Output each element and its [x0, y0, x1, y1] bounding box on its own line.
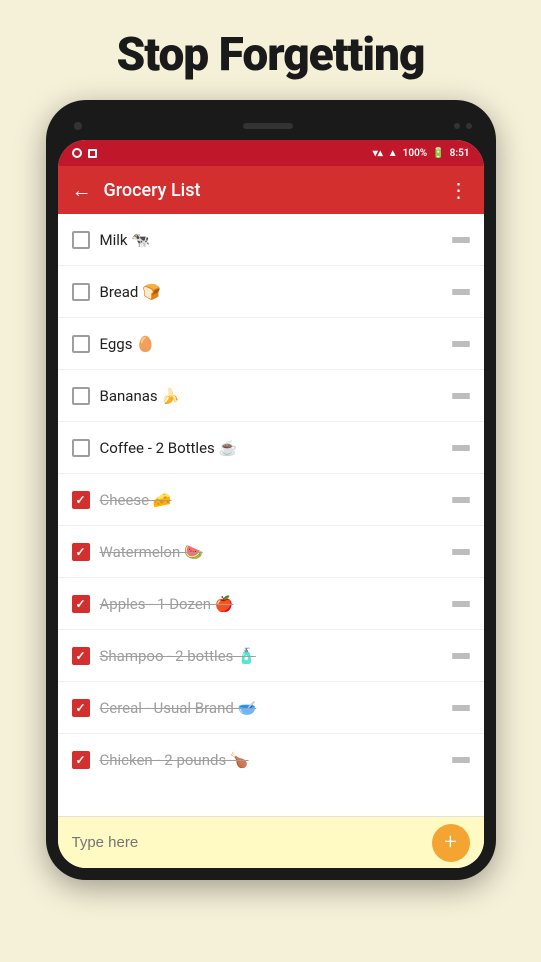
checkbox[interactable]: [72, 595, 90, 613]
phone-notch-area: [58, 112, 484, 140]
checkbox[interactable]: [72, 543, 90, 561]
app-bar: ← Grocery List ⋮: [58, 166, 484, 214]
item-label: Chicken - 2 pounds 🍗: [100, 751, 442, 769]
drag-handle[interactable]: [452, 497, 470, 503]
list-item: Coffee - 2 Bottles ☕: [58, 422, 484, 474]
drag-handle[interactable]: [452, 445, 470, 451]
checkbox[interactable]: [72, 647, 90, 665]
item-label: Shampoo - 2 bottles 🧴: [100, 647, 442, 665]
checkbox[interactable]: [72, 387, 90, 405]
item-label: Bananas 🍌: [100, 387, 442, 405]
drag-handle[interactable]: [452, 237, 470, 243]
drag-handle[interactable]: [452, 653, 470, 659]
checkbox[interactable]: [72, 491, 90, 509]
checkbox[interactable]: [72, 335, 90, 353]
wifi-icon: ▾▴: [373, 148, 383, 159]
time-text: 8:51: [450, 148, 470, 159]
list-item: Apples - 1 Dozen 🍎: [58, 578, 484, 630]
phone-frame: ▾▴ ▲ 100% 🔋 8:51 ← Grocery List ⋮ Milk 🐄…: [46, 100, 496, 880]
list-item: Cheese 🧀: [58, 474, 484, 526]
battery-text: 100%: [403, 148, 428, 159]
list-item: Milk 🐄: [58, 214, 484, 266]
drag-handle[interactable]: [452, 757, 470, 763]
item-label: Eggs 🥚: [100, 335, 442, 353]
drag-handle[interactable]: [452, 341, 470, 347]
new-item-input[interactable]: [72, 834, 432, 851]
list-item: Shampoo - 2 bottles 🧴: [58, 630, 484, 682]
item-label: Coffee - 2 Bottles ☕: [100, 439, 442, 457]
list-item: Cereal - Usual Brand 🥣: [58, 682, 484, 734]
checkbox[interactable]: [72, 699, 90, 717]
more-menu-button[interactable]: ⋮: [449, 178, 470, 202]
square-icon: [88, 149, 97, 158]
phone-speaker: [243, 123, 293, 129]
drag-handle[interactable]: [452, 601, 470, 607]
list-item: Watermelon 🍉: [58, 526, 484, 578]
plus-icon: +: [444, 832, 456, 854]
drag-handle[interactable]: [452, 705, 470, 711]
add-item-button[interactable]: +: [432, 824, 470, 862]
item-label: Cheese 🧀: [100, 491, 442, 509]
back-button[interactable]: ←: [72, 178, 92, 203]
list-item: Eggs 🥚: [58, 318, 484, 370]
drag-handle[interactable]: [452, 549, 470, 555]
checkbox[interactable]: [72, 751, 90, 769]
list-item: Chicken - 2 pounds 🍗: [58, 734, 484, 786]
app-bar-title: Grocery List: [104, 180, 437, 201]
phone-sensors: [454, 123, 472, 129]
item-label: Apples - 1 Dozen 🍎: [100, 595, 442, 613]
item-label: Bread 🍞: [100, 283, 442, 301]
list-item: Bread 🍞: [58, 266, 484, 318]
drag-handle[interactable]: [452, 289, 470, 295]
phone-camera: [74, 122, 82, 130]
grocery-list: Milk 🐄 Bread 🍞 Eggs 🥚 Bananas 🍌 Coffee -…: [58, 214, 484, 816]
input-bar: +: [58, 816, 484, 868]
checkbox[interactable]: [72, 231, 90, 249]
list-item: Bananas 🍌: [58, 370, 484, 422]
drag-handle[interactable]: [452, 393, 470, 399]
battery-icon: 🔋: [432, 148, 444, 159]
phone-screen: ▾▴ ▲ 100% 🔋 8:51 ← Grocery List ⋮ Milk 🐄…: [58, 140, 484, 868]
signal-icon: ▲: [388, 148, 398, 159]
page-title: Stop Forgetting: [97, 0, 445, 100]
item-label: Watermelon 🍉: [100, 543, 442, 561]
checkbox[interactable]: [72, 439, 90, 457]
item-label: Milk 🐄: [100, 231, 442, 249]
status-bar: ▾▴ ▲ 100% 🔋 8:51: [58, 140, 484, 166]
circle-icon: [72, 148, 82, 158]
item-label: Cereal - Usual Brand 🥣: [100, 699, 442, 717]
checkbox[interactable]: [72, 283, 90, 301]
